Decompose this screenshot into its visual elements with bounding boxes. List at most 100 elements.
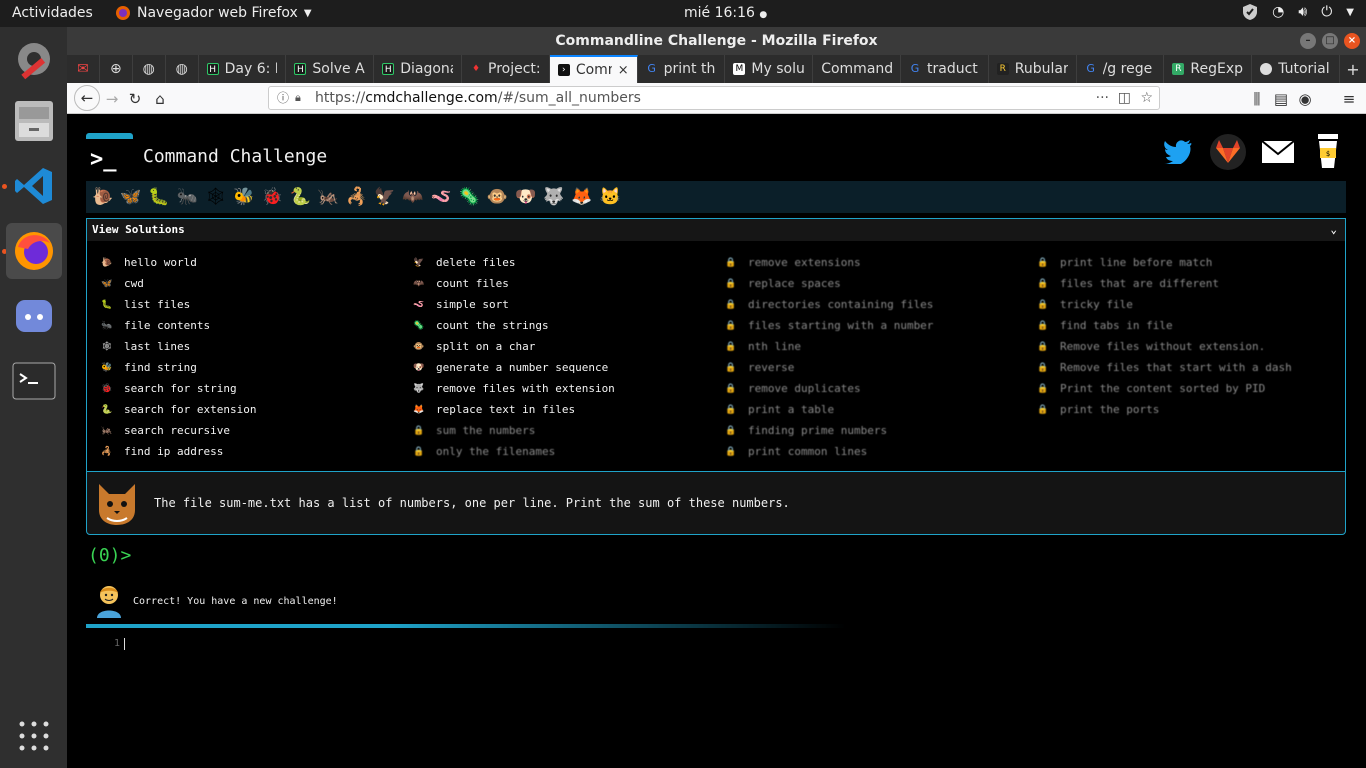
solution-item[interactable]: 🦇 count files: [411, 273, 721, 294]
close-window-button[interactable]: ×: [1344, 33, 1360, 49]
solution-item[interactable]: 🦗 search recursive: [99, 420, 409, 441]
solution-item[interactable]: 🔒 finding prime numbers: [723, 420, 1033, 441]
pocket-icon[interactable]: ◫: [1118, 87, 1131, 109]
challenge-emoji-11[interactable]: 🦇: [402, 187, 423, 207]
tab-project[interactable]: ♦ Project:: [462, 55, 550, 83]
new-tab-button[interactable]: +: [1340, 55, 1366, 83]
solution-item[interactable]: 🦋 cwd: [99, 273, 409, 294]
clock[interactable]: mié 16:16 ●: [684, 5, 767, 21]
maximize-button[interactable]: □: [1322, 33, 1338, 49]
solution-item[interactable]: 🪱 simple sort: [411, 294, 721, 315]
solution-item[interactable]: 🐶 generate a number sequence: [411, 357, 721, 378]
challenge-emoji-16[interactable]: 🐺: [543, 187, 564, 207]
dock-terminal[interactable]: [6, 353, 62, 409]
site-title[interactable]: Command Challenge: [143, 146, 327, 167]
back-button[interactable]: ←: [74, 85, 100, 111]
tab-command[interactable]: Command: [813, 55, 901, 83]
solution-item[interactable]: 🐜 file contents: [99, 315, 409, 336]
site-logo[interactable]: >_: [86, 133, 133, 173]
solution-item[interactable]: 🔒 print common lines: [723, 441, 1033, 462]
dock-discord[interactable]: [6, 288, 62, 344]
solution-item[interactable]: 🔒 remove extensions: [723, 252, 1033, 273]
tab-pinned-globe[interactable]: ⊕: [100, 55, 133, 83]
tab-medium[interactable]: M My solu: [725, 55, 814, 83]
solution-item[interactable]: 🔒 nth line: [723, 336, 1033, 357]
solution-item[interactable]: 🔒 replace spaces: [723, 273, 1033, 294]
solution-item[interactable]: 🕸 last lines: [99, 336, 409, 357]
challenge-emoji-12[interactable]: 🪱: [430, 187, 451, 207]
tab-tutorial[interactable]: Tutorial: [1252, 55, 1340, 83]
info-icon[interactable]: ⓘ: [277, 87, 289, 109]
tab-hackerrank-day6[interactable]: H Day 6: L: [199, 55, 287, 83]
challenge-emoji-17[interactable]: 🦊: [571, 187, 592, 207]
solution-item[interactable]: 🔒 find tabs in file: [1035, 315, 1345, 336]
challenge-emoji-15[interactable]: 🐶: [515, 187, 536, 207]
system-tray[interactable]: ◔ 🔊︎ ⏻ ▼: [1242, 3, 1354, 21]
page-actions-icon[interactable]: ···: [1096, 87, 1109, 109]
challenge-emoji-13[interactable]: 🦠: [459, 187, 480, 207]
gitlab-link[interactable]: [1210, 134, 1246, 170]
solution-item[interactable]: 🦂 find ip address: [99, 441, 409, 462]
close-tab-icon[interactable]: ×: [618, 63, 629, 78]
window-titlebar[interactable]: Commandline Challenge - Mozilla Firefox …: [67, 27, 1366, 55]
dock-settings[interactable]: [6, 31, 62, 87]
solution-item[interactable]: 🔒 tricky file: [1035, 294, 1345, 315]
challenge-emoji-4[interactable]: 🕸: [205, 187, 227, 207]
challenge-emoji-8[interactable]: 🦗: [318, 187, 339, 207]
app-menu[interactable]: Navegador web Firefox ▼: [115, 5, 312, 21]
challenge-emoji-10[interactable]: 🦅: [374, 187, 395, 207]
challenge-emoji-6[interactable]: 🐞: [261, 187, 282, 207]
solution-item[interactable]: 🔒 Remove files that start with a dash: [1035, 357, 1345, 378]
bookmark-star-icon[interactable]: ☆: [1140, 87, 1153, 109]
challenge-emoji-5[interactable]: 🐝: [233, 187, 254, 207]
activities-button[interactable]: Actividades: [12, 5, 93, 21]
challenge-emoji-3[interactable]: 🐜: [177, 187, 198, 207]
lock-icon[interactable]: 🔒︎: [295, 87, 301, 109]
command-editor[interactable]: 1: [86, 628, 1346, 748]
tab-google-regex[interactable]: G/g rege: [1077, 55, 1165, 83]
challenge-emoji-1[interactable]: 🦋: [120, 187, 141, 207]
challenge-emoji-9[interactable]: 🦂: [346, 187, 367, 207]
challenge-emoji-14[interactable]: 🐵: [487, 187, 508, 207]
solution-item[interactable]: 🦊 replace text in files: [411, 399, 721, 420]
tab-pinned-gmail[interactable]: ✉: [67, 55, 100, 83]
tab-hackerrank-diagonal[interactable]: H Diagona: [374, 55, 463, 83]
solution-item[interactable]: 🔒 files starting with a number: [723, 315, 1033, 336]
solution-item[interactable]: 🔒 directories containing files: [723, 294, 1033, 315]
sidebar-button[interactable]: ▤: [1270, 88, 1292, 110]
challenge-emoji-2[interactable]: 🐛: [148, 187, 169, 207]
tab-regexp[interactable]: R RegExp: [1164, 55, 1253, 83]
dock-files[interactable]: [6, 93, 62, 149]
show-applications-button[interactable]: [6, 708, 62, 764]
reload-button[interactable]: ↻: [124, 88, 146, 110]
menu-button[interactable]: ≡: [1338, 88, 1360, 110]
email-link[interactable]: [1260, 134, 1296, 170]
solution-item[interactable]: 🔒 remove duplicates: [723, 378, 1033, 399]
solution-item[interactable]: 🐛 list files: [99, 294, 409, 315]
url-bar[interactable]: ⓘ 🔒︎ https://cmdchallenge.com/#/sum_all_…: [268, 86, 1160, 110]
dock-vscode[interactable]: [6, 158, 62, 214]
tab-rubular[interactable]: R Rubular: [989, 55, 1077, 83]
solution-item[interactable]: 🐝 find string: [99, 357, 409, 378]
solution-item[interactable]: 🔒 files that are different: [1035, 273, 1345, 294]
buy-coffee-link[interactable]: $: [1310, 134, 1346, 170]
tab-hackerrank-solve[interactable]: H Solve Al: [286, 55, 375, 83]
tab-cmdchallenge[interactable]: ›Comm×: [549, 55, 638, 83]
dock-firefox[interactable]: [6, 223, 62, 279]
solution-item[interactable]: 🔒 print a table: [723, 399, 1033, 420]
solution-item[interactable]: 🔒 Remove files without extension.: [1035, 336, 1345, 357]
solution-item[interactable]: 🐵 split on a char: [411, 336, 721, 357]
tab-google-traductor[interactable]: Gtraduct: [901, 55, 989, 83]
library-button[interactable]: ⫼: [1246, 88, 1268, 110]
challenge-emoji-18[interactable]: 🐱: [600, 187, 621, 207]
view-solutions-toggle[interactable]: View Solutions ⌄: [87, 219, 1345, 241]
solution-item[interactable]: 🔒 print the ports: [1035, 399, 1345, 420]
home-button[interactable]: ⌂: [149, 88, 171, 110]
tab-pinned-github[interactable]: ◍: [133, 55, 166, 83]
solution-item[interactable]: 🔒 only the filenames: [411, 441, 721, 462]
solution-item[interactable]: 🔒 print line before match: [1035, 252, 1345, 273]
minimize-button[interactable]: –: [1300, 33, 1316, 49]
challenge-emoji-7[interactable]: 🐍: [290, 187, 311, 207]
solution-item[interactable]: 🦠 count the strings: [411, 315, 721, 336]
account-button[interactable]: ◉: [1294, 88, 1316, 110]
